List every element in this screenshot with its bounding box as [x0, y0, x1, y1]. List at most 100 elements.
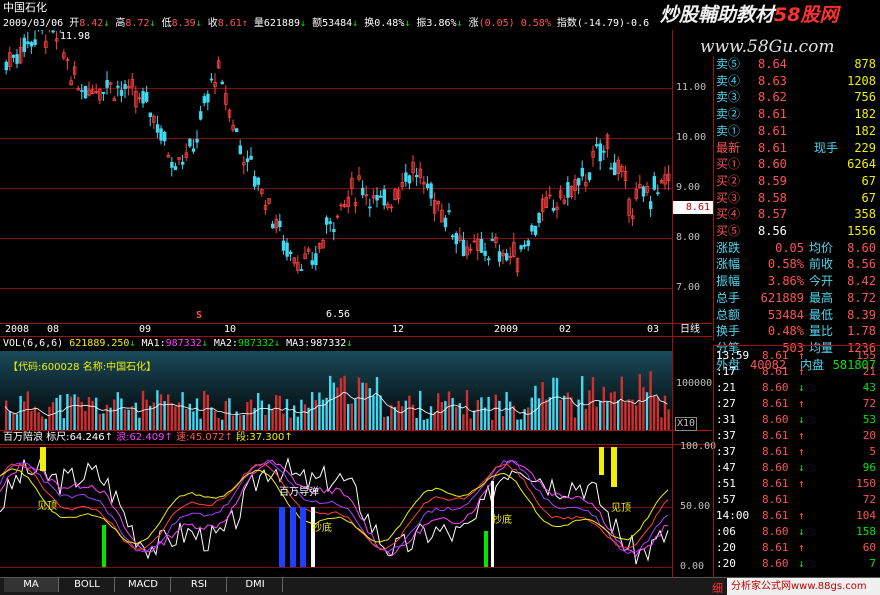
volume-bar [289, 417, 292, 430]
tick-list[interactable]: 13:59 8.61 ↑ 155:17 8.61 ↑ 21:21 8.60 ↓ 43:27 8.61… [713, 345, 880, 578]
tick-row[interactable]: 13:59 8.61 ↑ 155 [714, 348, 880, 364]
x-label: 12 [392, 324, 405, 335]
candle-body [29, 41, 34, 47]
candle-body [382, 189, 386, 206]
tick-row[interactable]: :57 8.61 72 [714, 492, 880, 508]
candle-body [530, 225, 534, 232]
tick-row[interactable]: :47 8.60 ↓ 96 [714, 460, 880, 476]
bid-price: 8.58 [758, 190, 787, 205]
volume-bar [602, 386, 605, 430]
bid-row: 买④ 8.57 358 [714, 206, 880, 222]
chart-area[interactable]: 中国石化 2009/03/06 开8.42↓ 高8.72↓ 低8.39↓ 收8.… [0, 0, 716, 578]
segment-value: 37.300 [249, 432, 285, 443]
tick-row[interactable]: :17 8.61 ↑ 21 [714, 364, 880, 380]
tick-row[interactable]: :20 8.61 ↑ 60 [714, 540, 880, 556]
volume-bar [26, 391, 29, 430]
volume-bar [599, 400, 602, 430]
ma1-label: MA1: [141, 338, 166, 349]
tick-arrow: ↓ [798, 381, 805, 394]
stat-value: 8.60 [847, 240, 876, 255]
annotation-top-2: 见顶 [611, 503, 631, 514]
volume-bar [314, 400, 317, 430]
tick-row[interactable]: 14:00 8.61 ↑ 104 [714, 508, 880, 524]
period-label[interactable]: 日线 [680, 324, 700, 336]
volume-bar [217, 418, 220, 430]
volume-y-tick: 100000 [676, 378, 713, 389]
volume-bar [509, 401, 512, 430]
volume-bar [264, 414, 267, 430]
tick-time: :37 [716, 445, 736, 458]
indicator-chart[interactable] [0, 445, 672, 577]
tick-row[interactable]: :06 8.60 ↓ 158 [714, 524, 880, 540]
tab-ma[interactable]: MA [4, 578, 59, 592]
ask-volume: 182 [854, 107, 876, 122]
candlestick-chart[interactable] [0, 30, 672, 322]
stat-row: 换手 0.48% 量比 1.78 [714, 323, 880, 339]
tick-row[interactable]: :37 8.61 ↑ 5 [714, 444, 880, 460]
amplitude-value: 3.86% [426, 18, 457, 29]
ask-label: 卖③ [716, 90, 741, 105]
candle-body [454, 233, 458, 245]
last-label: 最新 [716, 140, 741, 155]
candle-body [407, 175, 412, 184]
tick-time: :20 [716, 557, 736, 570]
volume-bar [267, 404, 271, 430]
tab-boll[interactable]: BOLL [60, 578, 115, 592]
annotation-missile: 百万导弹 [279, 487, 319, 498]
indicator-ruler-line [0, 456, 669, 565]
candle-body [414, 174, 419, 178]
ask-label: 卖① [716, 123, 741, 138]
last-price: 8.61 [758, 140, 787, 155]
volume-bar [624, 402, 627, 430]
stat-value: 8.39 [847, 307, 876, 322]
volume-bar [5, 400, 8, 430]
volume-header: VOL(6,6,6) 621889.250↓ MA1:987332↓ MA2:9… [3, 338, 353, 349]
tick-row[interactable]: :27 8.61 ↑ 72 [714, 396, 880, 412]
stat-value: 0.48% [767, 324, 804, 339]
volume-bar [663, 395, 667, 430]
tab-rsi[interactable]: RSI [172, 578, 227, 592]
tick-arrow: ↑ [798, 397, 805, 410]
volume-bar [332, 382, 335, 430]
tab-macd[interactable]: MACD [116, 578, 171, 592]
volume-bar [170, 403, 173, 430]
tick-volume: 155 [856, 349, 876, 362]
volume-bar [44, 418, 47, 430]
volume-bar [483, 407, 487, 430]
ask-label: 卖④ [716, 73, 741, 88]
volume-bar [12, 413, 15, 430]
ma3-value: 987332 [310, 338, 347, 349]
volume-bar [181, 392, 184, 430]
volume-bar [415, 417, 418, 430]
volume-bar [631, 399, 634, 430]
tick-price: 8.61 [762, 349, 789, 362]
candle-body [234, 128, 239, 133]
tick-row[interactable]: :21 8.60 ↓ 43 [714, 380, 880, 396]
tick-row[interactable]: :51 8.61 ↑ 150 [714, 476, 880, 492]
volume-bar [347, 404, 350, 430]
tick-row[interactable]: :20 8.60 ↓ 7 [714, 556, 880, 572]
volume-bar [548, 397, 551, 430]
signal-bar [484, 531, 488, 567]
volume-bar [296, 416, 299, 430]
tick-row[interactable]: :37 8.61 ↑ 20 [714, 428, 880, 444]
tick-volume: 96 [862, 461, 876, 474]
now-label: 现手 [814, 140, 839, 155]
stat-label: 振幅 [716, 274, 741, 289]
signal-bar [599, 447, 604, 475]
candle-body [360, 187, 365, 196]
candle-body [551, 207, 556, 211]
stat-row: 涨幅 0.58% 前收 8.56 [714, 256, 880, 272]
tick-price: 8.61 [762, 493, 789, 506]
tick-row[interactable]: :31 8.60 ↓ 53 [714, 412, 880, 428]
watermark-url: www.58Gu.com [700, 37, 835, 57]
stat-value: 0.05 [775, 240, 804, 255]
volume-bar [275, 395, 278, 430]
now-value: 229 [854, 140, 876, 155]
tick-time: :20 [716, 541, 736, 554]
candle-body [656, 192, 660, 195]
tab-dmi[interactable]: DMI [228, 578, 283, 592]
candle-body [537, 213, 541, 223]
close-value: 8.61 [217, 18, 242, 29]
stat-label: 今开 [809, 274, 834, 289]
